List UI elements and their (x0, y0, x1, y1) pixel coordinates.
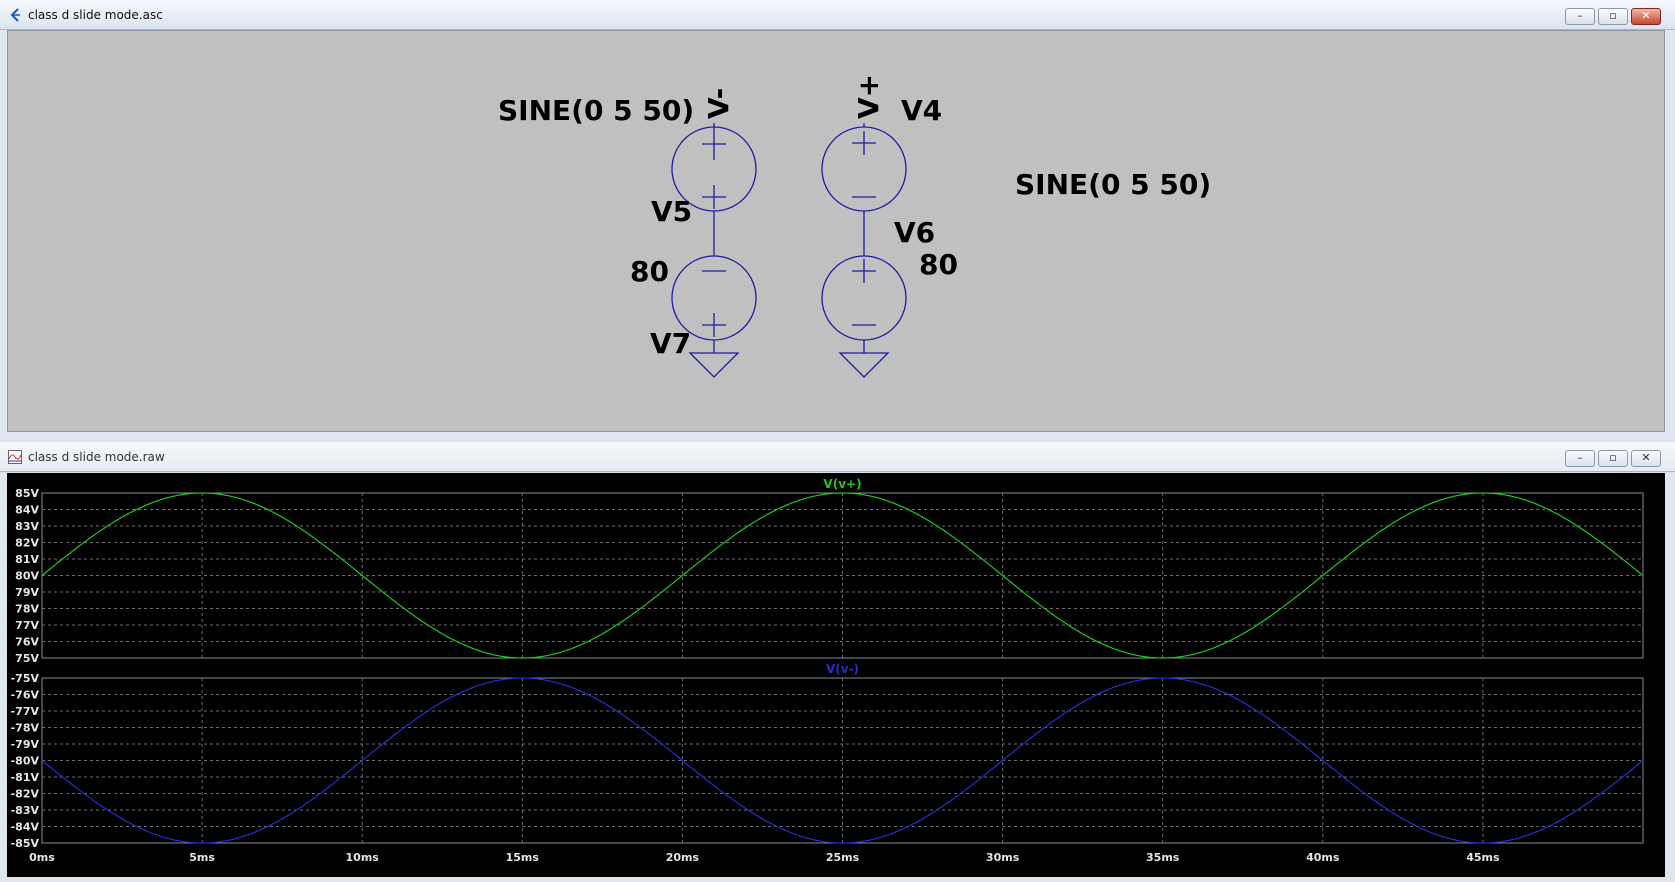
y-tick-label: 76V (15, 636, 39, 649)
v7-value-label[interactable]: 80 (630, 255, 669, 288)
y-tick-label: 81V (15, 553, 39, 566)
schematic-titlebar[interactable]: class d slide mode.asc – ▫ ✕ (0, 0, 1675, 30)
trace-title[interactable]: V(v+) (823, 477, 861, 491)
minimize-button[interactable]: – (1565, 8, 1595, 25)
y-tick-label: -82V (11, 788, 40, 801)
y-tick-label: 85V (15, 487, 39, 500)
waveform-window-icon (8, 450, 22, 464)
minimize-button[interactable]: – (1565, 450, 1595, 467)
schematic-drawing: SINE(0 5 50) V5 80 V7 V4 V6 80 SINE(0 5 … (498, 74, 1211, 378)
x-tick-label: 5ms (189, 851, 215, 864)
x-tick-label: 30ms (986, 851, 1020, 864)
x-tick-label: 40ms (1306, 851, 1340, 864)
x-tick-label: 45ms (1466, 851, 1500, 864)
y-tick-label: 84V (15, 504, 39, 517)
y-tick-label: 79V (15, 586, 39, 599)
waveform-titlebar[interactable]: class d slide mode.raw – ▫ ✕ (0, 442, 1675, 472)
x-tick-label: 20ms (666, 851, 700, 864)
y-tick-label: -79V (11, 738, 40, 751)
x-tick-label: 10ms (346, 851, 380, 864)
x-tick-label: 0ms (29, 851, 55, 864)
ltspice-icon (10, 8, 20, 22)
x-tick-label: 15ms (506, 851, 540, 864)
net-label-v-minus[interactable]: V- (702, 88, 735, 119)
waveform-plots: 85V 84V 83V 82V 81V 80V 79V 78V 77V 76V 75V V(v+) -7… (11, 477, 1644, 864)
x-tick-label: 35ms (1146, 851, 1180, 864)
y-tick-label: -84V (11, 821, 40, 834)
y-tick-label: 77V (15, 619, 39, 632)
y-tick-label: -77V (11, 705, 40, 718)
y-tick-label: 80V (15, 570, 39, 583)
v4-value-label[interactable]: SINE(0 5 50) (1015, 168, 1211, 201)
ground-icon (838, 352, 890, 378)
v7-name-label[interactable]: V7 (650, 327, 691, 360)
v5-value-label[interactable]: SINE(0 5 50) (498, 94, 694, 127)
schematic-title: class d slide mode.asc (28, 8, 163, 22)
close-button[interactable]: ✕ (1631, 450, 1661, 467)
ground-icon (688, 352, 740, 378)
waveform-title: class d slide mode.raw (28, 450, 165, 464)
y-tick-label: -81V (11, 771, 40, 784)
y-tick-label: -76V (11, 689, 40, 702)
close-button[interactable]: ✕ (1631, 8, 1661, 25)
y-tick-label: -80V (11, 755, 40, 768)
schematic-canvas[interactable]: SINE(0 5 50) V5 80 V7 V4 V6 80 SINE(0 5 … (7, 30, 1665, 432)
schematic-window[interactable]: class d slide mode.asc – ▫ ✕ SINE(0 5 50… (0, 0, 1675, 440)
waveform-window[interactable]: class d slide mode.raw – ▫ ✕ 85V 84V 83V 82… (0, 442, 1675, 882)
waveform-plot-area[interactable]: 85V 84V 83V 82V 81V 80V 79V 78V 77V 76V 75V V(v+) -7… (7, 473, 1665, 877)
net-label-v-plus[interactable]: V+ (852, 74, 885, 119)
restore-button[interactable]: ▫ (1598, 450, 1628, 467)
y-tick-label: 75V (15, 652, 39, 665)
y-tick-label: -78V (11, 722, 40, 735)
v6-value-label[interactable]: 80 (919, 248, 958, 281)
y-tick-label: 83V (15, 520, 39, 533)
y-tick-label: 78V (15, 603, 39, 616)
v6-name-label[interactable]: V6 (894, 216, 935, 249)
trace-title[interactable]: V(v-) (826, 662, 859, 676)
v5-name-label[interactable]: V5 (651, 195, 692, 228)
y-tick-label: -85V (11, 837, 40, 850)
y-tick-label: -83V (11, 804, 40, 817)
y-tick-label: -75V (11, 672, 40, 685)
y-tick-label: 82V (15, 537, 39, 550)
v4-name-label[interactable]: V4 (901, 94, 942, 127)
x-tick-label: 25ms (826, 851, 860, 864)
restore-button[interactable]: ▫ (1598, 8, 1628, 25)
